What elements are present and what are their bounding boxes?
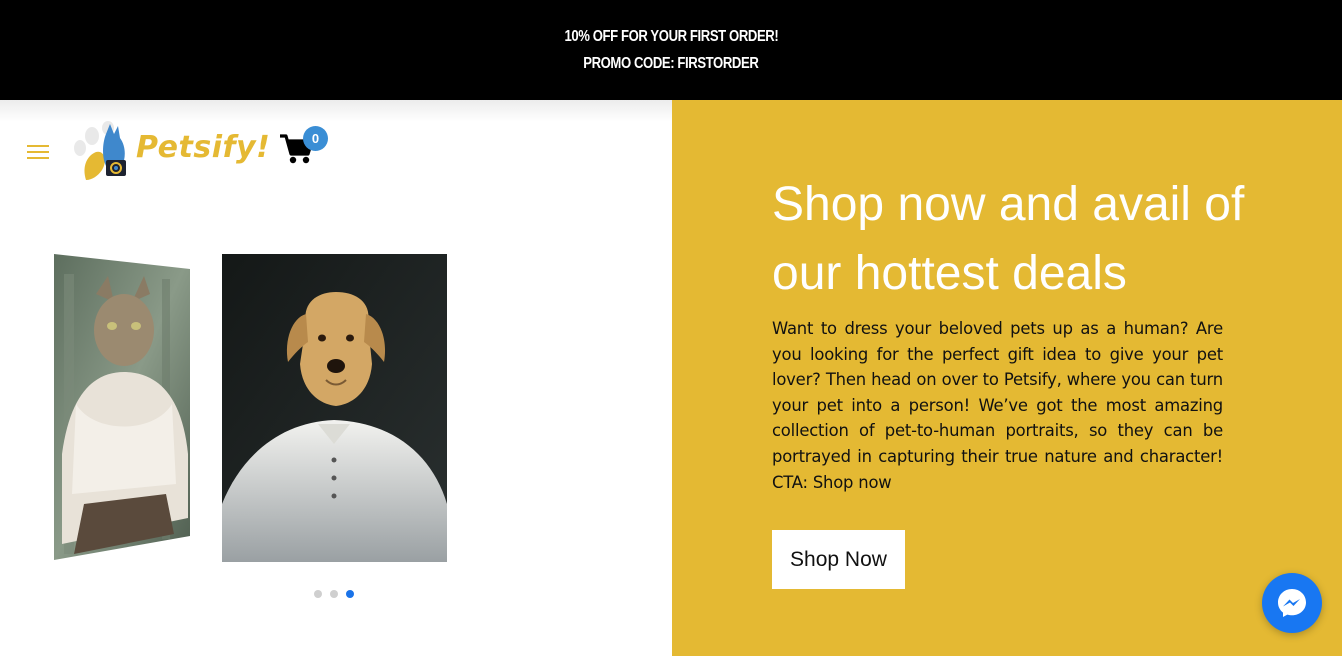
carousel-slide-cat-portrait[interactable]	[54, 254, 190, 560]
promo-banner: 10% OFF FOR YOUR FIRST ORDER! PROMO CODE…	[0, 0, 1342, 100]
logo-mark-icon	[74, 121, 126, 180]
carousel-dot-1[interactable]	[314, 590, 322, 598]
hero-panel: Shop now and avail of our hottest deals …	[672, 100, 1342, 656]
carousel-dots	[314, 590, 354, 598]
shop-now-button[interactable]: Shop Now	[772, 530, 905, 589]
messenger-icon	[1278, 589, 1306, 617]
carousel-slide-dog-portrait[interactable]	[222, 254, 447, 562]
carousel-dot-2[interactable]	[330, 590, 338, 598]
logo[interactable]: Petsify!	[72, 118, 270, 184]
promo-headline: 10% OFF FOR YOUR FIRST ORDER!	[564, 28, 778, 45]
promo-code: PROMO CODE: FIRSTORDER	[583, 55, 759, 72]
hamburger-icon[interactable]	[27, 145, 49, 161]
logo-text: Petsify!	[136, 130, 271, 165]
left-pane: Petsify! 0	[0, 100, 672, 656]
hero-description: Want to dress your beloved pets up as a …	[772, 319, 1223, 492]
messenger-chat-button[interactable]	[1262, 573, 1322, 633]
cart-count-badge: 0	[303, 126, 328, 151]
hero-title: Shop now and avail of our hottest deals	[772, 178, 1245, 300]
carousel-dot-3[interactable]	[346, 590, 354, 598]
